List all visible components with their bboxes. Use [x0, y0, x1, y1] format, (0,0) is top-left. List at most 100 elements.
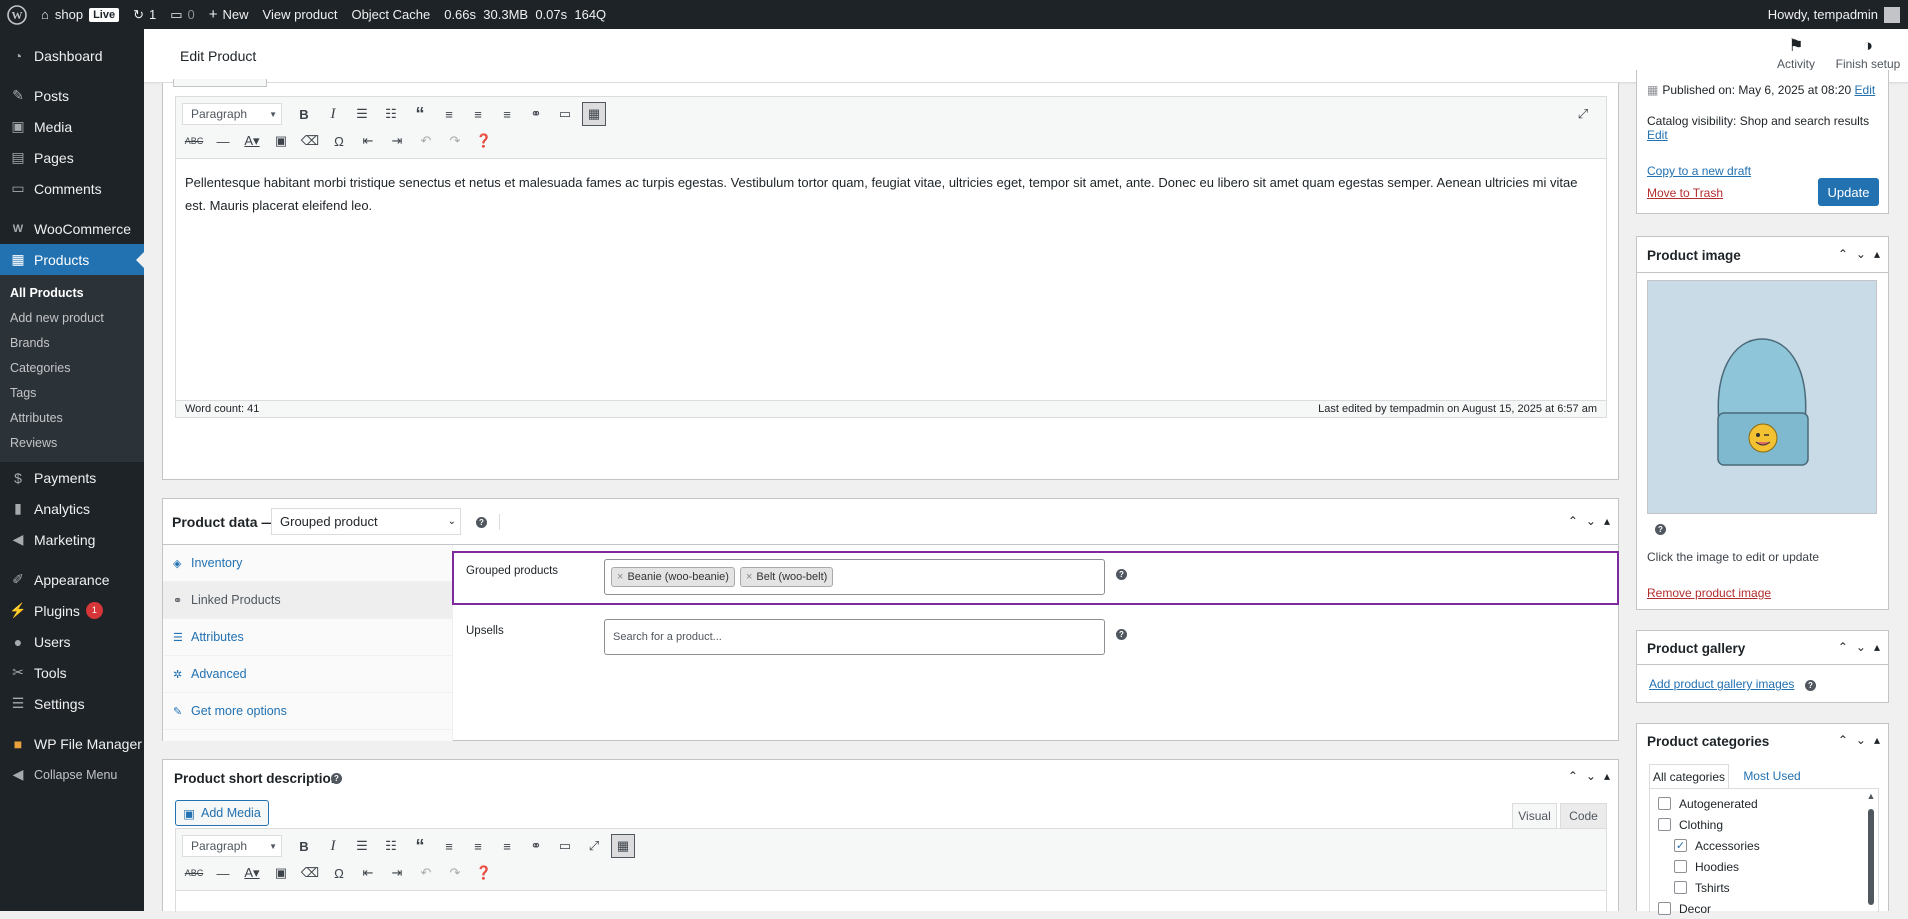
move-up-icon[interactable]: ⌃: [1838, 733, 1848, 747]
move-down-icon[interactable]: ⌄: [1586, 769, 1596, 783]
indent-icon[interactable]: ⇥: [385, 129, 409, 153]
scroll-up-icon[interactable]: ▲: [1866, 791, 1876, 801]
tab-most-used[interactable]: Most Used: [1737, 764, 1807, 788]
move-down-icon[interactable]: ⌄: [1586, 514, 1596, 528]
horizontal-line-icon[interactable]: —: [211, 861, 235, 885]
query-monitor-link[interactable]: 0.66s 30.3MB 0.07s 164Q: [437, 0, 613, 29]
collapse-toggle-icon[interactable]: ▴: [1604, 769, 1610, 783]
move-up-icon[interactable]: ⌃: [1838, 247, 1848, 261]
sidebar-item-users[interactable]: ● Users: [0, 626, 144, 657]
undo-icon[interactable]: ↶: [414, 861, 438, 885]
tab-advanced[interactable]: ✲ Advanced: [163, 656, 452, 693]
submenu-categories[interactable]: Categories: [0, 356, 144, 381]
product-type-select[interactable]: Grouped product ⌄: [271, 508, 461, 535]
add-media-button[interactable]: ▣ Add Media: [175, 800, 269, 826]
help-icon[interactable]: ?: [476, 517, 487, 528]
align-right-icon[interactable]: ≡: [495, 102, 519, 126]
sidebar-item-settings[interactable]: ☰ Settings: [0, 688, 144, 719]
activity-button[interactable]: ⚑ Activity: [1756, 35, 1836, 71]
special-character-icon[interactable]: Ω: [327, 861, 351, 885]
collapse-toggle-icon[interactable]: ▴: [1874, 640, 1880, 654]
collapse-toggle-icon[interactable]: ▴: [1874, 733, 1880, 747]
read-more-icon[interactable]: ▭: [553, 102, 577, 126]
blockquote-icon[interactable]: “: [408, 834, 432, 858]
submenu-attributes[interactable]: Attributes: [0, 406, 144, 431]
sidebar-item-wp-file-manager[interactable]: ■ WP File Manager: [0, 728, 144, 759]
sidebar-item-products[interactable]: ▦ Products: [0, 244, 144, 275]
new-content-link[interactable]: + New: [202, 0, 256, 29]
bullet-list-icon[interactable]: ☰: [350, 102, 374, 126]
horizontal-line-icon[interactable]: —: [211, 129, 235, 153]
help-icon[interactable]: ?: [1116, 569, 1127, 580]
clear-formatting-icon[interactable]: ⌫: [298, 129, 322, 153]
numbered-list-icon[interactable]: ☷: [379, 102, 403, 126]
clear-formatting-icon[interactable]: ⌫: [298, 861, 322, 885]
edit-date-link[interactable]: Edit: [1855, 83, 1876, 97]
undo-icon[interactable]: ↶: [414, 129, 438, 153]
view-product-link[interactable]: View product: [256, 0, 345, 29]
sidebar-item-marketing[interactable]: ◀ Marketing: [0, 524, 144, 555]
collapse-toggle-icon[interactable]: ▴: [1874, 247, 1880, 261]
sidebar-item-tools[interactable]: ✂ Tools: [0, 657, 144, 688]
format-select[interactable]: Paragraph ▼: [182, 835, 282, 857]
outdent-icon[interactable]: ⇤: [356, 129, 380, 153]
submenu-all-products[interactable]: All Products: [0, 281, 144, 306]
align-center-icon[interactable]: ≡: [466, 102, 490, 126]
text-color-icon[interactable]: A▾: [240, 129, 264, 153]
my-account-link[interactable]: Howdy, tempadmin: [1761, 0, 1908, 29]
move-up-icon[interactable]: ⌃: [1568, 769, 1578, 783]
link-icon[interactable]: ⚭: [524, 834, 548, 858]
tab-attributes[interactable]: ☰ Attributes: [163, 619, 452, 656]
collapse-menu-button[interactable]: ◀ Collapse Menu: [0, 759, 144, 790]
scrollbar-thumb[interactable]: [1868, 809, 1874, 905]
category-checkbox-checked[interactable]: ✓: [1674, 839, 1687, 852]
category-checkbox[interactable]: [1658, 818, 1671, 831]
tab-all-categories[interactable]: All categories: [1649, 764, 1729, 788]
updates-link[interactable]: ↻ 1: [126, 0, 163, 29]
move-down-icon[interactable]: ⌄: [1856, 640, 1866, 654]
strikethrough-icon[interactable]: ABC: [182, 129, 206, 153]
italic-icon[interactable]: I: [321, 102, 345, 126]
category-item[interactable]: ✓ Accessories: [1658, 835, 1870, 856]
text-color-icon[interactable]: A▾: [240, 861, 264, 885]
category-item[interactable]: Autogenerated: [1658, 793, 1870, 814]
bold-icon[interactable]: B: [292, 102, 316, 126]
category-checkbox[interactable]: [1674, 860, 1687, 873]
read-more-icon[interactable]: ▭: [553, 834, 577, 858]
bullet-list-icon[interactable]: ☰: [350, 834, 374, 858]
copy-to-draft-link[interactable]: Copy to a new draft: [1647, 164, 1751, 178]
toolbar-toggle-icon[interactable]: ▦: [582, 102, 606, 126]
align-left-icon[interactable]: ≡: [437, 834, 461, 858]
paste-text-icon[interactable]: ▣: [269, 129, 293, 153]
bold-icon[interactable]: B: [292, 834, 316, 858]
toolbar-toggle-icon[interactable]: ▦: [611, 834, 635, 858]
move-down-icon[interactable]: ⌄: [1856, 247, 1866, 261]
redo-icon[interactable]: ↷: [443, 861, 467, 885]
help-icon[interactable]: ?: [1116, 629, 1127, 640]
align-center-icon[interactable]: ≡: [466, 834, 490, 858]
comments-link[interactable]: ▭ 0: [163, 0, 202, 29]
product-image-thumbnail[interactable]: [1647, 280, 1877, 514]
category-checkbox[interactable]: [1674, 881, 1687, 894]
editor-content[interactable]: Pellentesque habitant morbi tristique se…: [176, 159, 1606, 229]
sidebar-item-posts[interactable]: ✎ Posts: [0, 80, 144, 111]
sidebar-item-payments[interactable]: $ Payments: [0, 462, 144, 493]
edit-visibility-link[interactable]: Edit: [1647, 128, 1668, 142]
tab-get-more-options[interactable]: ✎ Get more options: [163, 693, 452, 730]
add-gallery-images-link[interactable]: Add product gallery images: [1649, 677, 1794, 691]
move-up-icon[interactable]: ⌃: [1838, 640, 1848, 654]
category-checkbox[interactable]: [1658, 902, 1671, 915]
align-right-icon[interactable]: ≡: [495, 834, 519, 858]
tab-code[interactable]: Code: [1560, 803, 1607, 828]
numbered-list-icon[interactable]: ☷: [379, 834, 403, 858]
link-icon[interactable]: ⚭: [524, 102, 548, 126]
grouped-product-chip[interactable]: × Belt (woo-belt): [739, 567, 834, 587]
move-up-icon[interactable]: ⌃: [1568, 514, 1578, 528]
tab-visual[interactable]: Visual: [1512, 803, 1557, 828]
sidebar-item-dashboard[interactable]: ◔ Dashboard: [0, 40, 144, 71]
strikethrough-icon[interactable]: ABC: [182, 861, 206, 885]
grouped-product-chip[interactable]: × Beanie (woo-beanie): [611, 567, 735, 587]
fullscreen-icon[interactable]: ⤢: [1571, 102, 1595, 126]
category-item[interactable]: Clothing: [1658, 814, 1870, 835]
finish-setup-button[interactable]: ◑ Finish setup: [1828, 35, 1908, 71]
